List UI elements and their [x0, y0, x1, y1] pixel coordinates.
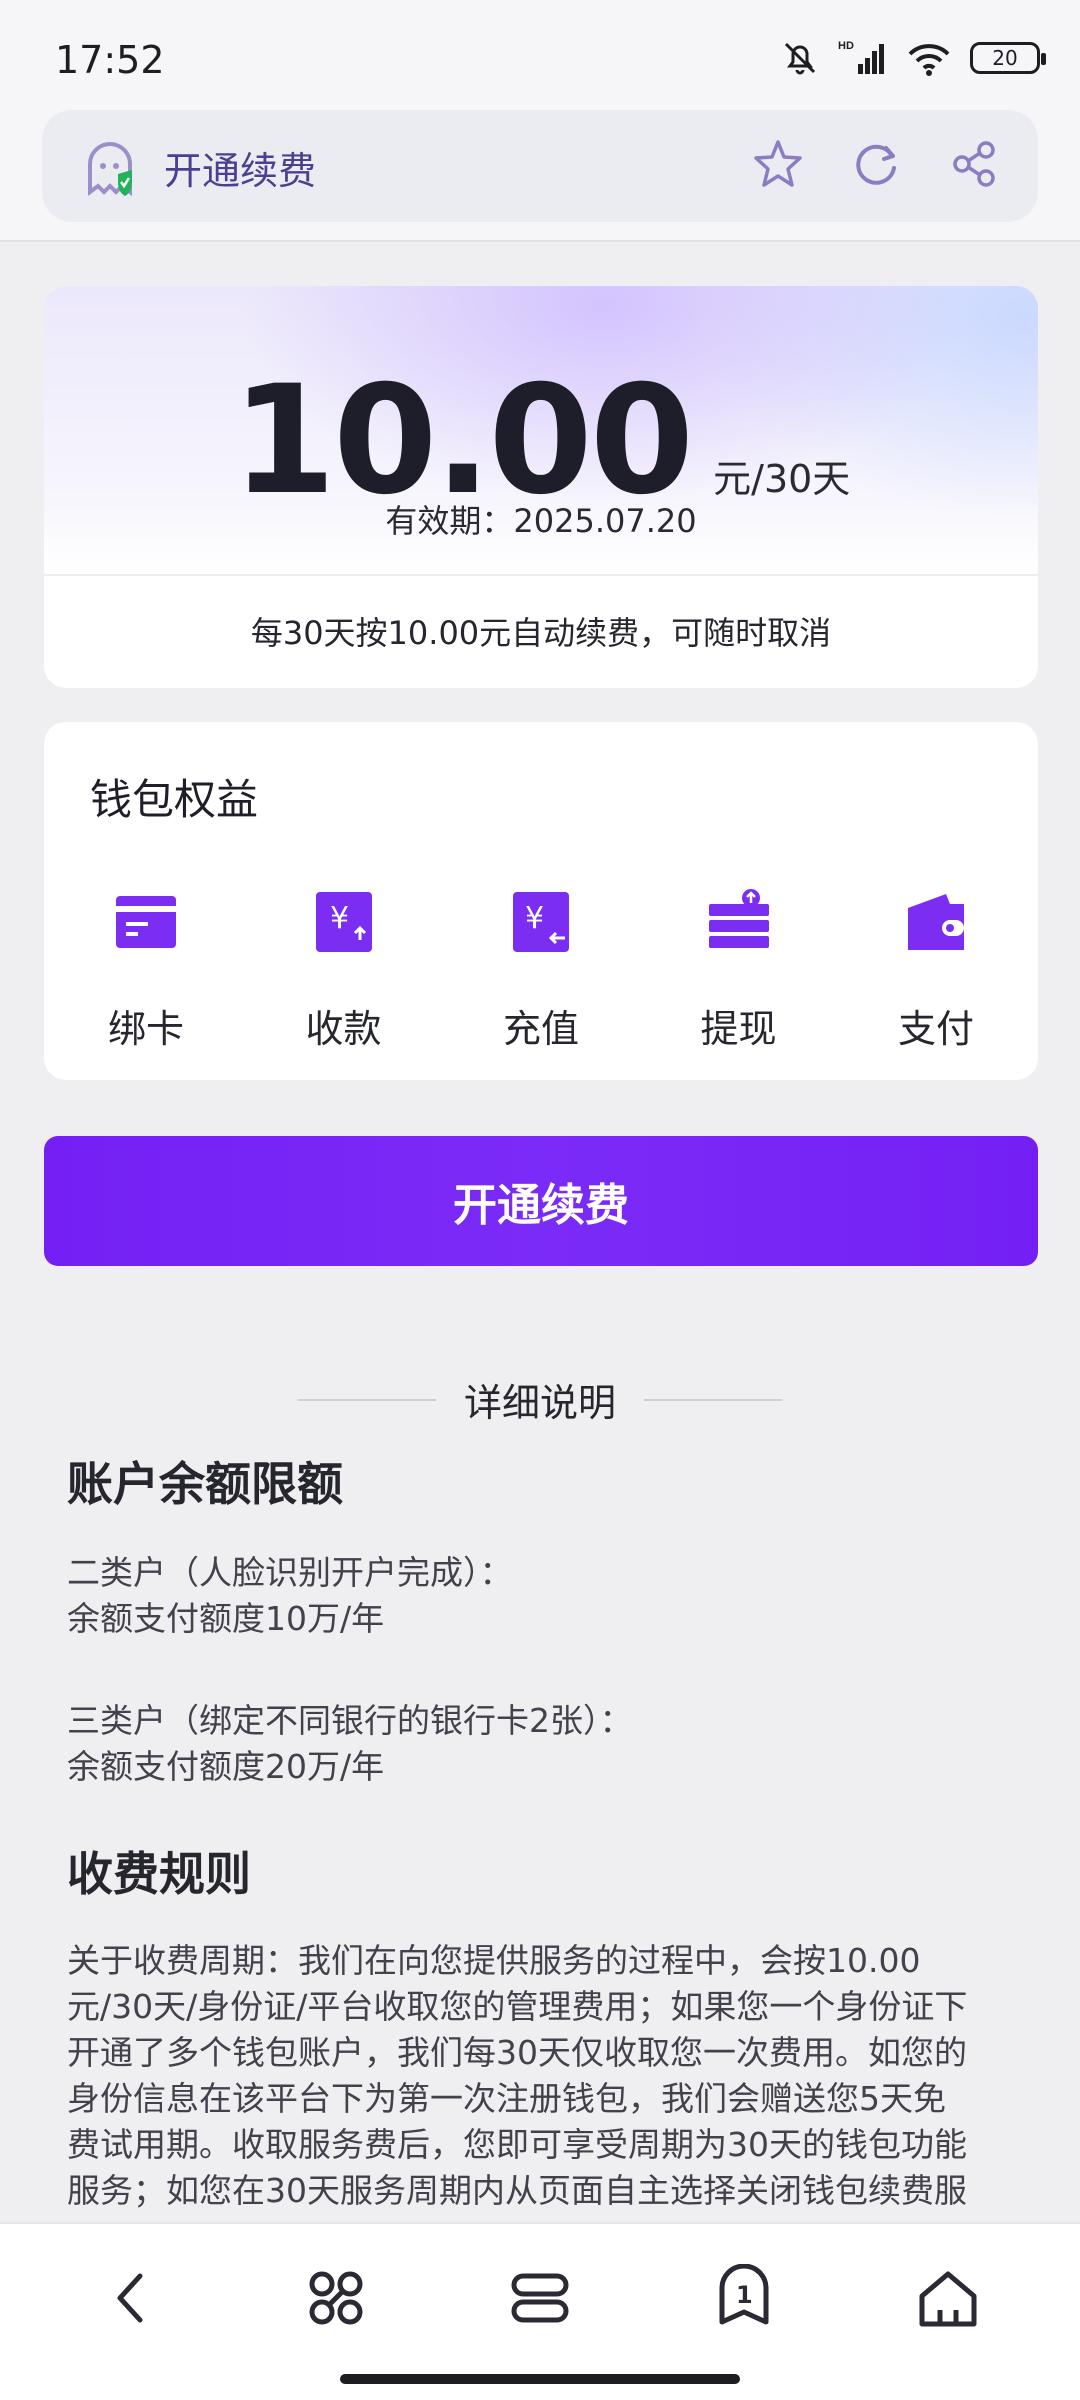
- fee-rules-title: 收费规则: [67, 1847, 251, 1901]
- price-row: 10.00 元/30天: [44, 366, 1038, 516]
- class3-line2: 余额支付额度20万/年: [67, 1747, 385, 1786]
- nav-items: 1: [0, 2264, 1080, 2332]
- browser-header: 开通续费: [0, 110, 1080, 242]
- benefit-label: 绑卡: [107, 1007, 184, 1051]
- divider: [297, 1398, 436, 1401]
- wifi-icon: [908, 44, 950, 76]
- benefit-receive[interactable]: ¥ 收款: [274, 888, 414, 1053]
- receive-money-icon: ¥: [315, 892, 372, 952]
- price-unit: 元/30天: [713, 457, 851, 501]
- address-bar[interactable]: 开通续费: [42, 110, 1038, 222]
- fee-rules-text: 关于收费周期：我们在向您提供服务的过程中，会按10.00 元/30天/身份证/平…: [67, 1938, 1027, 2222]
- status-time: 17:52: [55, 38, 165, 82]
- details-header: 详细说明: [0, 1372, 1080, 1427]
- benefit-pay[interactable]: 支付: [866, 888, 1006, 1053]
- benefit-label: 收款: [305, 1007, 382, 1051]
- class3-line1: 三类户（绑定不同银行的银行卡2张）：: [67, 1701, 633, 1740]
- star-icon[interactable]: [750, 136, 806, 192]
- class2-account-text: 二类户（人脸识别开户完成）： 余额支付额度10万/年: [67, 1550, 1027, 1642]
- home-icon[interactable]: [914, 2264, 982, 2332]
- open-renewal-button[interactable]: 开通续费: [44, 1136, 1038, 1266]
- class3-account-text: 三类户（绑定不同银行的银行卡2张）： 余额支付额度20万/年: [67, 1698, 1027, 1790]
- benefit-list: 绑卡 ¥ 收款 ¥ 充值 提现 支付: [44, 888, 1038, 1053]
- back-icon[interactable]: [98, 2264, 166, 2332]
- tabs-icon[interactable]: [506, 2264, 574, 2332]
- fee-rules-line: 开通了多个钱包账户，我们每30天仅收取您一次费用。如您的: [67, 2033, 967, 2072]
- benefit-recharge[interactable]: ¥ 充值: [471, 888, 611, 1053]
- recharge-icon: ¥: [513, 892, 569, 952]
- balance-limit-title: 账户余额限额: [67, 1457, 343, 1511]
- validity-date: 2025.07.20: [513, 502, 697, 540]
- page-title: 开通续费: [164, 149, 317, 193]
- apps-icon[interactable]: [302, 2264, 370, 2332]
- withdraw-icon: [708, 889, 769, 948]
- tab-count-icon[interactable]: 1: [710, 2264, 778, 2332]
- auto-renew-note: 每30天按10.00元自动续费，可随时取消: [250, 614, 832, 652]
- price-amount: 10.00: [231, 354, 694, 528]
- ghost-shield-icon: [88, 142, 132, 196]
- price-header: 10.00 元/30天 有效期：2025.07.20: [44, 286, 1038, 576]
- validity: 有效期：2025.07.20: [44, 496, 1038, 542]
- svg-text:¥: ¥: [525, 901, 544, 936]
- class2-line1: 二类户（人脸识别开户完成）：: [67, 1553, 513, 1592]
- benefit-bind-card[interactable]: 绑卡: [76, 888, 216, 1053]
- status-icons: HD 20: [780, 38, 1046, 78]
- mute-bell-icon: [784, 42, 816, 75]
- tab-count: 1: [736, 2281, 753, 2309]
- battery-level: 20: [992, 46, 1018, 70]
- share-icon[interactable]: [946, 136, 1002, 192]
- bind-card-icon: [116, 896, 176, 948]
- network-label: HD: [838, 40, 854, 52]
- status-bar: 17:52 HD 20: [0, 0, 1080, 110]
- battery-icon: 20: [970, 42, 1046, 74]
- benefits-title: 钱包权益: [90, 775, 259, 824]
- fee-rules-line: 服务；如您在30天服务周期内从页面自主选择关闭钱包续费服: [67, 2171, 967, 2210]
- benefit-label: 提现: [700, 1007, 777, 1051]
- benefit-label: 充值: [502, 1007, 579, 1051]
- details-title: 详细说明: [463, 1381, 616, 1425]
- wallet-pay-icon: [908, 894, 964, 950]
- fee-rules-line: 身份信息在该平台下为第一次注册钱包，我们会赠送您5天免: [67, 2079, 946, 2118]
- class2-line2: 余额支付额度10万/年: [67, 1599, 385, 1638]
- fee-rules-line: 关于收费周期：我们在向您提供服务的过程中，会按10.00: [67, 1941, 921, 1980]
- benefit-label: 支付: [897, 1007, 974, 1051]
- bottom-navigation: 1: [0, 2222, 1080, 2400]
- benefit-withdraw[interactable]: 提现: [669, 888, 809, 1053]
- address-actions: [750, 136, 1002, 192]
- svg-text:¥: ¥: [330, 901, 349, 936]
- wallet-benefits-card: 钱包权益 绑卡 ¥ 收款 ¥ 充值 提现 支付: [44, 722, 1038, 1080]
- validity-label: 有效期：: [385, 502, 514, 540]
- fee-rules-line: 费试用期。收取服务费后，您即可享受周期为30天的钱包功能: [67, 2125, 967, 2164]
- price-card: 10.00 元/30天 有效期：2025.07.20 每30天按10.00元自动…: [44, 286, 1038, 688]
- home-indicator[interactable]: [340, 2374, 740, 2384]
- divider: [644, 1398, 782, 1401]
- fee-rules-line: 元/30天/身份证/平台收取您的管理费用；如果您一个身份证下: [67, 1987, 968, 2026]
- signal-icon: HD: [838, 40, 884, 74]
- refresh-icon[interactable]: [848, 136, 904, 192]
